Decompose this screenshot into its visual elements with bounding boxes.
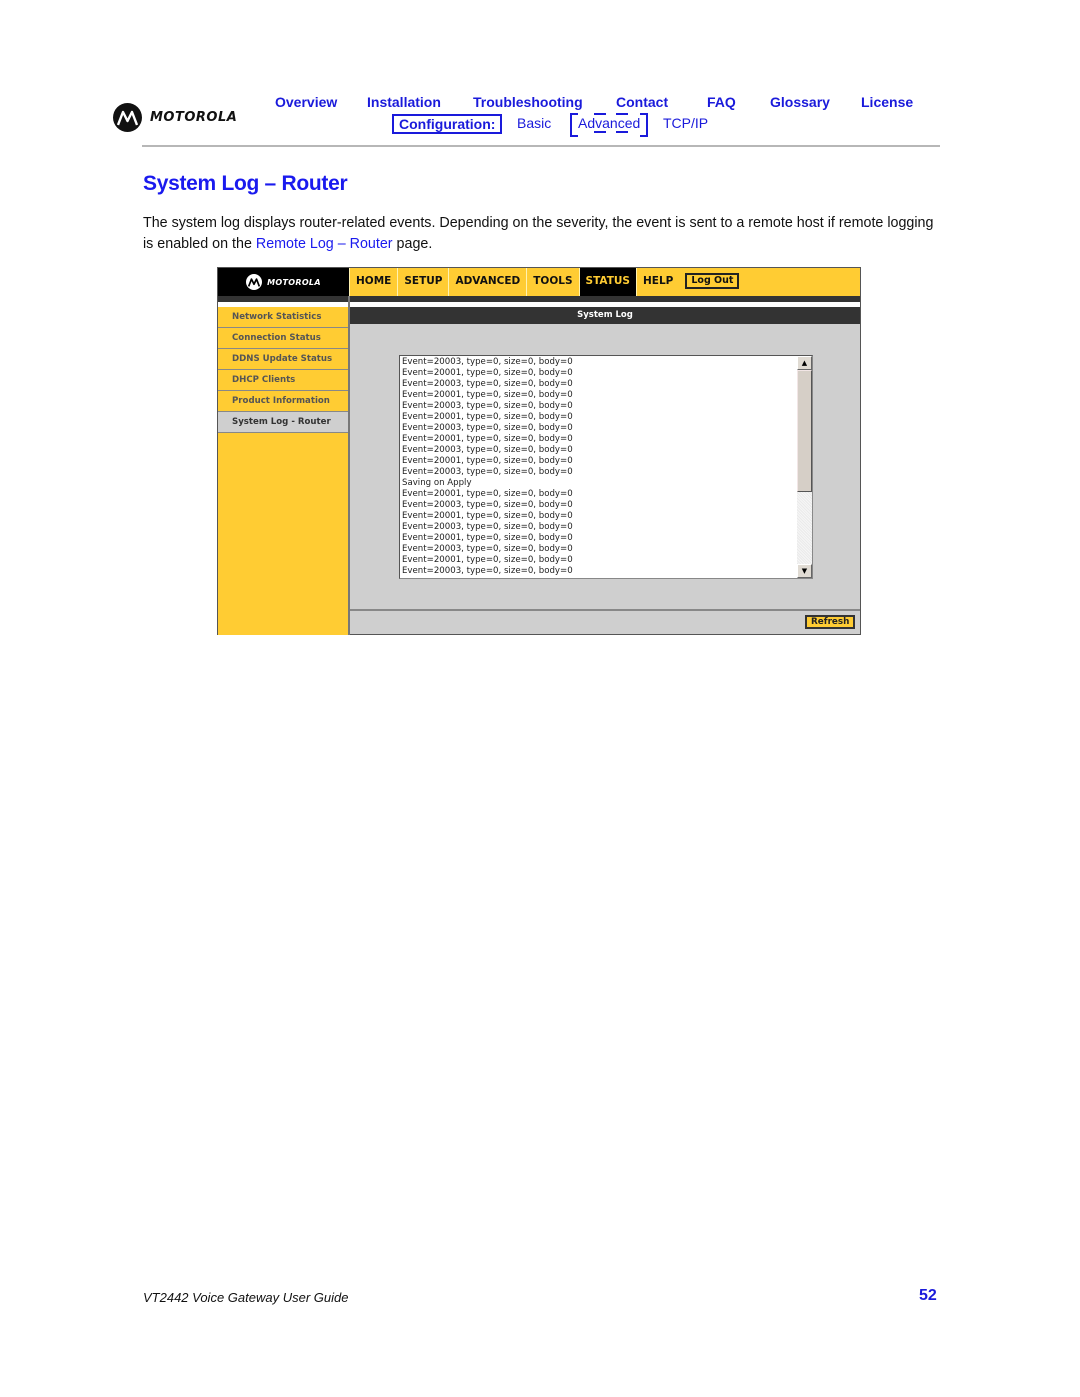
log-line: Event=20001, type=0, size=0, body=0 <box>402 434 573 444</box>
router-bottom-divider <box>350 609 860 611</box>
log-line: Saving on Apply <box>402 478 472 488</box>
router-tab-status[interactable]: STATUS <box>578 268 636 296</box>
log-line: Event=20001, type=0, size=0, body=0 <box>402 412 573 422</box>
footer-guide-title: VT2442 Voice Gateway User Guide <box>143 1290 349 1305</box>
log-line: Event=20003, type=0, size=0, body=0 <box>402 500 573 510</box>
nav-overview[interactable]: Overview <box>275 94 337 110</box>
router-tab-help[interactable]: HELP <box>636 268 679 296</box>
log-line: Event=20003, type=0, size=0, body=0 <box>402 522 573 532</box>
selection-dash <box>616 131 628 133</box>
selection-dash <box>594 131 606 133</box>
router-tab-tools[interactable]: TOOLS <box>526 268 578 296</box>
nav-contact[interactable]: Contact <box>616 94 668 110</box>
nav-installation[interactable]: Installation <box>367 94 441 110</box>
brand-wordmark: MOTOROLA <box>150 110 238 125</box>
triangle-down-icon: ▼ <box>801 567 808 575</box>
router-brand-wordmark: MOTOROLA <box>267 277 321 287</box>
log-line: Event=20003, type=0, size=0, body=0 <box>402 544 573 554</box>
triangle-up-icon: ▲ <box>801 359 808 367</box>
system-log-textarea[interactable]: Event=20003, type=0, size=0, body=0 Event… <box>399 355 813 579</box>
page-number: 52 <box>919 1287 937 1304</box>
logout-button[interactable]: Log Out <box>685 273 740 289</box>
motorola-logo: MOTOROLA <box>113 103 237 132</box>
sidebar-item-network-statistics[interactable]: Network Statistics <box>218 307 348 328</box>
log-line: Event=20003, type=0, size=0, body=0 <box>402 357 573 367</box>
header-divider <box>142 145 940 147</box>
log-line: Event=20003, type=0, size=0, body=0 <box>402 566 573 576</box>
scroll-down-button[interactable]: ▼ <box>797 564 812 578</box>
sidebar-item-product-information[interactable]: Product Information <box>218 391 348 412</box>
remote-log-router-link[interactable]: Remote Log – Router <box>256 236 393 252</box>
router-tabs: HOME SETUP ADVANCED TOOLS STATUS HELP Lo… <box>349 268 740 296</box>
subnav-basic[interactable]: Basic <box>517 115 551 131</box>
selection-dash <box>616 113 628 115</box>
router-logo: MOTOROLA <box>218 268 349 296</box>
nav-glossary[interactable]: Glossary <box>770 94 830 110</box>
sidebar-item-dhcp-clients[interactable]: DHCP Clients <box>218 370 348 391</box>
log-line: Event=20001, type=0, size=0, body=0 <box>402 555 573 565</box>
router-tab-setup[interactable]: SETUP <box>397 268 448 296</box>
router-tab-home[interactable]: HOME <box>349 268 397 296</box>
log-line: Event=20003, type=0, size=0, body=0 <box>402 423 573 433</box>
log-lines: Event=20003, type=0, size=0, body=0 Event… <box>402 357 573 577</box>
motorola-batwing-icon <box>246 274 263 290</box>
log-line: Event=20003, type=0, size=0, body=0 <box>402 467 573 477</box>
log-line: Event=20001, type=0, size=0, body=0 <box>402 368 573 378</box>
subnav-advanced-label: Advanced <box>578 115 641 131</box>
refresh-button[interactable]: Refresh <box>805 615 856 629</box>
nav-license[interactable]: License <box>861 94 913 110</box>
log-line: Event=20003, type=0, size=0, body=0 <box>402 401 573 411</box>
intro-paragraph: The system log displays router-related e… <box>143 213 943 255</box>
page-title: System Log – Router <box>143 172 348 195</box>
scroll-thumb[interactable] <box>797 370 812 492</box>
log-line: Event=20003, type=0, size=0, body=0 <box>402 379 573 389</box>
sidebar-item-connection-status[interactable]: Connection Status <box>218 328 348 349</box>
intro-text-end: page. <box>392 236 433 252</box>
scroll-up-button[interactable]: ▲ <box>797 356 812 370</box>
log-scrollbar[interactable]: ▲ ▼ <box>797 356 812 578</box>
log-line: Event=20001, type=0, size=0, body=0 <box>402 456 573 466</box>
selection-dash <box>594 113 606 115</box>
router-sidebar-divider <box>348 296 350 635</box>
subnav-tcpip[interactable]: TCP/IP <box>663 115 708 131</box>
subnav-advanced[interactable]: Advanced <box>569 113 649 137</box>
log-line: Event=20001, type=0, size=0, body=0 <box>402 511 573 521</box>
router-sidebar: Network Statistics Connection Status DDN… <box>218 307 348 635</box>
nav-faq[interactable]: FAQ <box>707 94 736 110</box>
configuration-label: Configuration: <box>392 114 503 134</box>
sidebar-item-ddns-update-status[interactable]: DDNS Update Status <box>218 349 348 370</box>
log-line: Event=20001, type=0, size=0, body=0 <box>402 489 573 499</box>
nav-troubleshooting[interactable]: Troubleshooting <box>473 94 583 110</box>
motorola-batwing-icon <box>113 103 142 132</box>
log-line: Event=20001, type=0, size=0, body=0 <box>402 390 573 400</box>
router-ui-screenshot: MOTOROLA HOME SETUP ADVANCED TOOLS STATU… <box>217 267 861 635</box>
sidebar-item-system-log-router[interactable]: System Log - Router <box>218 412 348 433</box>
log-line: Event=20003, type=0, size=0, body=0 <box>402 445 573 455</box>
router-tab-advanced[interactable]: ADVANCED <box>448 268 526 296</box>
system-log-heading: System Log <box>350 307 860 324</box>
log-line: Event=20001, type=0, size=0, body=0 <box>402 533 573 543</box>
